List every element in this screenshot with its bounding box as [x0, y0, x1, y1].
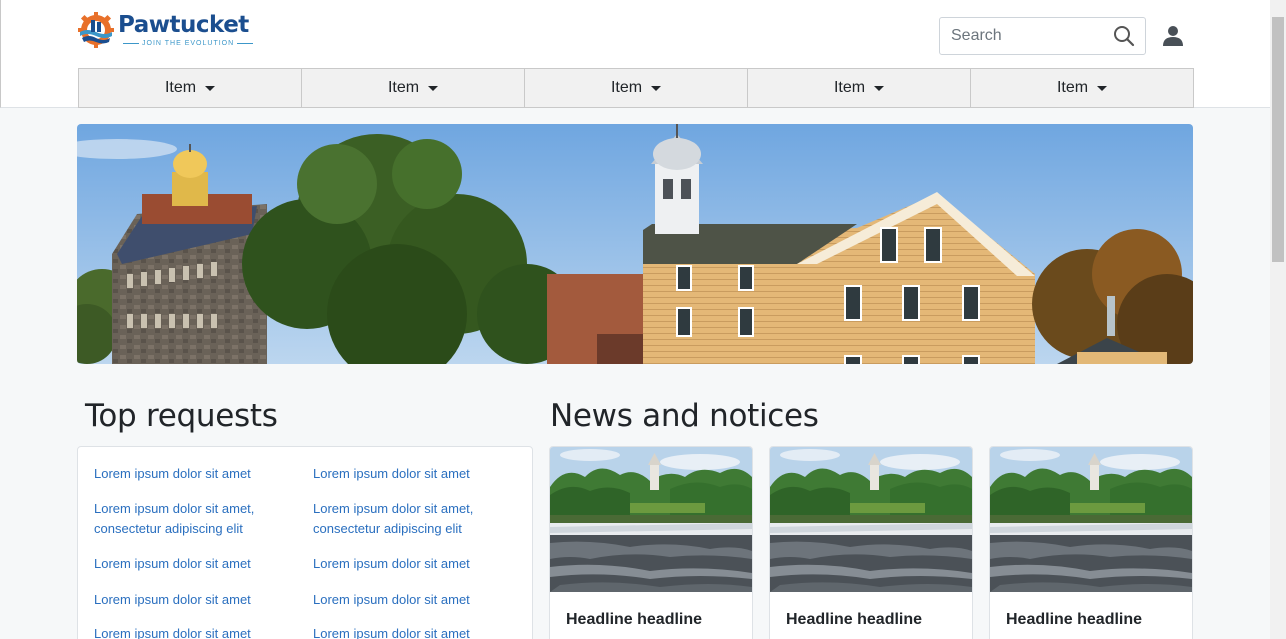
- news-card-headline: Headline headline: [786, 611, 923, 628]
- request-link[interactable]: Lorem ipsum dolor sit amet: [313, 624, 470, 639]
- main-nav: Item Item Item Item Item: [78, 68, 1194, 108]
- request-link[interactable]: Lorem ipsum dolor sit amet: [94, 590, 251, 610]
- top-requests-panel: Lorem ipsum dolor sit amet Lorem ipsum d…: [77, 446, 533, 639]
- nav-item-label: Item: [1056, 79, 1089, 96]
- request-link[interactable]: Lorem ipsum dolor sit amet,: [94, 499, 254, 519]
- request-link[interactable]: Lorem ipsum dolor sit amet: [94, 624, 251, 639]
- caret-down-icon: [205, 86, 216, 91]
- news-card-image: [550, 447, 752, 592]
- news-card-image: [770, 447, 972, 592]
- news-card-2[interactable]: Headline headline: [769, 446, 973, 639]
- news-card-headline: Headline headline: [1006, 611, 1143, 628]
- nav-item-4[interactable]: Item: [748, 68, 971, 108]
- nav-item-3[interactable]: Item: [525, 68, 748, 108]
- nav-item-label: Item: [164, 79, 197, 96]
- news-card-headline: Headline headline: [566, 611, 703, 628]
- search-input[interactable]: [940, 18, 1108, 54]
- search-button[interactable]: [1108, 22, 1140, 50]
- site-header: Pawtucket JOIN THE EVOLUTION Item Item I…: [0, 0, 1286, 108]
- user-account-button[interactable]: [1159, 22, 1187, 50]
- request-link[interactable]: Lorem ipsum dolor sit amet: [94, 554, 251, 574]
- scrollbar-thumb[interactable]: [1272, 17, 1284, 262]
- caret-down-icon: [651, 86, 662, 91]
- news-title: News and notices: [550, 398, 819, 434]
- request-link[interactable]: Lorem ipsum dolor sit amet: [313, 464, 470, 484]
- brand-tagline: JOIN THE EVOLUTION: [120, 40, 256, 47]
- user-icon: [1163, 26, 1183, 46]
- search-icon: [1114, 26, 1135, 47]
- brand-logo[interactable]: Pawtucket JOIN THE EVOLUTION: [78, 12, 258, 52]
- request-link-cont[interactable]: consectetur adipiscing elit: [94, 519, 243, 539]
- logo-gear-icon: [78, 12, 114, 48]
- request-link[interactable]: Lorem ipsum dolor sit amet: [313, 554, 470, 574]
- nav-item-2[interactable]: Item: [302, 68, 525, 108]
- caret-down-icon: [1097, 86, 1108, 91]
- news-card-image: [990, 447, 1192, 592]
- nav-item-label: Item: [610, 79, 643, 96]
- page-scrollbar[interactable]: [1270, 0, 1286, 639]
- news-card-3[interactable]: Headline headline: [989, 446, 1193, 639]
- request-link[interactable]: Lorem ipsum dolor sit amet: [94, 464, 251, 484]
- request-link-cont[interactable]: consectetur adipiscing elit: [313, 519, 462, 539]
- caret-down-icon: [874, 86, 885, 91]
- brand-name: Pawtucket: [118, 12, 249, 38]
- nav-item-1[interactable]: Item: [78, 68, 302, 108]
- request-link[interactable]: Lorem ipsum dolor sit amet,: [313, 499, 473, 519]
- news-card-1[interactable]: Headline headline: [549, 446, 753, 639]
- hero-banner: [77, 124, 1193, 364]
- request-link[interactable]: Lorem ipsum dolor sit amet: [313, 590, 470, 610]
- search-box: [939, 17, 1146, 55]
- top-requests-title: Top requests: [85, 398, 278, 434]
- nav-item-label: Item: [387, 79, 420, 96]
- nav-item-5[interactable]: Item: [971, 68, 1194, 108]
- caret-down-icon: [428, 86, 439, 91]
- nav-item-label: Item: [833, 79, 866, 96]
- hero-image: [77, 124, 1193, 364]
